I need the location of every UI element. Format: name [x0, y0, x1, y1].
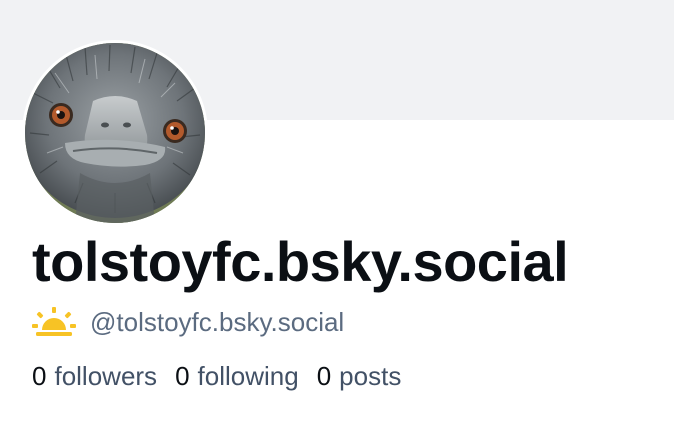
- posts-link[interactable]: 0 posts: [317, 361, 402, 392]
- followers-link[interactable]: 0 followers: [32, 361, 157, 392]
- posts-label: posts: [339, 360, 402, 391]
- following-label: following: [197, 360, 299, 391]
- followers-label: followers: [54, 360, 158, 391]
- profile-page: tolstoyfc.bsky.social @tolstoyfc.bsky.so…: [0, 0, 674, 424]
- posts-count: 0: [316, 360, 332, 391]
- handle-row: @tolstoyfc.bsky.social: [32, 303, 344, 341]
- profile-avatar[interactable]: [22, 40, 208, 226]
- following-count: 0: [175, 360, 190, 391]
- followers-count: 0: [32, 360, 47, 391]
- following-link[interactable]: 0 following: [175, 361, 299, 392]
- sunrise-icon: [32, 307, 76, 336]
- profile-stats: 0 followers 0 following 0 posts: [32, 356, 419, 396]
- profile-handle[interactable]: @tolstoyfc.bsky.social: [90, 307, 344, 338]
- profile-display-name: tolstoyfc.bsky.social: [32, 230, 569, 293]
- emu-avatar-image: [25, 43, 205, 223]
